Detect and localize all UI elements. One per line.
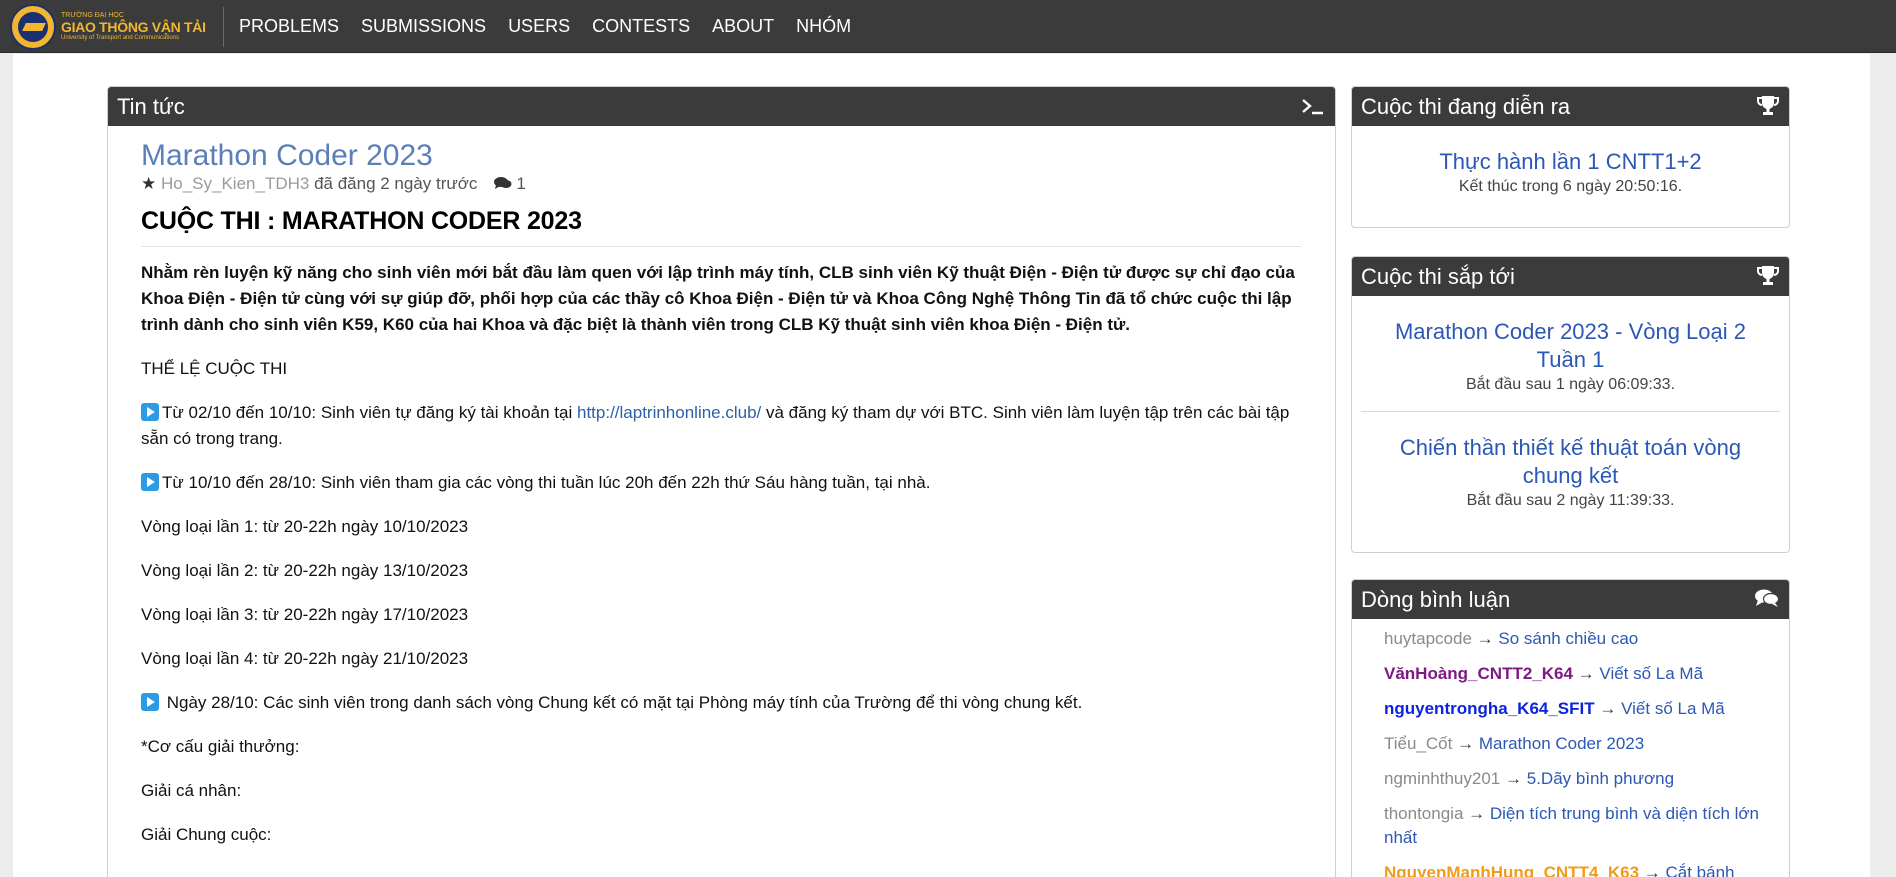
comments-icon[interactable] <box>494 176 516 193</box>
comment-problem-link[interactable]: So sánh chiều cao <box>1498 629 1638 648</box>
comment-item: huytapcode → So sánh chiều cao <box>1384 627 1777 651</box>
post-meta: ★ Ho_Sy_Kien_TDH3 đã đăng 2 ngày trước 1 <box>141 173 1301 196</box>
comment-user-link[interactable]: ngminhthuy201 <box>1384 769 1500 788</box>
nav-link-about[interactable]: ABOUT <box>701 0 785 53</box>
final-round-text: Ngày 28/10: Các sinh viên trong danh sác… <box>162 693 1083 712</box>
ongoing-contests-panel: Cuộc thi đang diễn ra Thực hành lần 1 CN… <box>1351 86 1790 228</box>
rule-item-2: Từ 10/10 đến 28/10: Sinh viên tham gia c… <box>141 470 1301 496</box>
final-round: Ngày 28/10: Các sinh viên trong danh sác… <box>141 690 1301 716</box>
upcoming-contest-time: Bắt đầu sau 1 ngày 06:09:33. <box>1465 376 1676 393</box>
register-link[interactable]: http://laptrinhonline.club/ <box>577 403 761 422</box>
round-2: Vòng loại lần 2: từ 20-22h ngày 13/10/20… <box>141 561 469 580</box>
terminal-icon <box>1301 87 1325 126</box>
comment-item: Tiểu_Cốt → Marathon Coder 2023 <box>1384 732 1777 756</box>
comment-problem-link[interactable]: Marathon Coder 2023 <box>1479 734 1644 753</box>
prize-overall: Giải Chung cuộc: <box>141 825 272 844</box>
trophy-icon <box>1757 257 1779 296</box>
post-time: đã đăng 2 ngày trước <box>314 174 478 193</box>
play-icon <box>141 693 159 711</box>
logo-line2: University of Transport and Communicatio… <box>61 35 180 41</box>
upcoming-contests-header: Cuộc thi sắp tới <box>1352 257 1789 296</box>
star-icon: ★ <box>141 174 157 193</box>
comment-user-link[interactable]: thontongia <box>1384 804 1463 823</box>
top-navbar: TRƯỜNG ĐẠI HỌC GIAO THÔNG VẬN TẢI Univer… <box>0 0 1896 53</box>
logo-text: TRƯỜNG ĐẠI HỌC GIAO THÔNG VẬN TẢI Univer… <box>61 12 206 41</box>
site-logo[interactable]: TRƯỜNG ĐẠI HỌC GIAO THÔNG VẬN TẢI Univer… <box>10 3 222 50</box>
upcoming-contest-time: Bắt đầu sau 2 ngày 11:39:33. <box>1466 492 1675 509</box>
comment-problem-link[interactable]: Viết số La Mã <box>1599 664 1703 683</box>
round-3: Vòng loại lần 3: từ 20-22h ngày 17/10/20… <box>141 605 469 624</box>
post-author-link[interactable]: Ho_Sy_Kien_TDH3 <box>161 174 309 193</box>
news-panel: Tin tức Marathon Coder 2023 ★ Ho_Sy_Kien… <box>107 86 1336 877</box>
comment-user-link[interactable]: VănHoàng_CNTT2_K64 <box>1384 664 1573 683</box>
comment-problem-link[interactable]: Viết số La Mã <box>1621 699 1725 718</box>
arrow-icon: → <box>1468 804 1486 823</box>
comment-count[interactable]: 1 <box>516 174 525 193</box>
news-body: Marathon Coder 2023 ★ Ho_Sy_Kien_TDH3 đã… <box>108 126 1335 848</box>
nav-link-groups[interactable]: NHÓM <box>785 0 862 53</box>
arrow-icon: → <box>1505 769 1522 788</box>
university-seal-icon <box>10 3 56 50</box>
upcoming-contest: Marathon Coder 2023 - Vòng Loại 2 Tuần 1… <box>1352 296 1789 396</box>
comment-stream-panel: Dòng bình luận huytapcode → So sánh chiề… <box>1351 579 1790 877</box>
comment-list: huytapcode → So sánh chiều cao VănHoàng_… <box>1352 619 1789 877</box>
ongoing-contest-link[interactable]: Thực hành lần 1 CNTT1+2 <box>1362 148 1779 176</box>
round-1: Vòng loại lần 1: từ 20-22h ngày 10/10/20… <box>141 517 469 536</box>
arrow-icon: → <box>1599 699 1617 718</box>
post-intro: Nhằm rèn luyện kỹ năng cho sinh viên mới… <box>141 263 1295 334</box>
upcoming-contests-panel: Cuộc thi sắp tới Marathon Coder 2023 - V… <box>1351 256 1790 553</box>
round-4: Vòng loại lần 4: từ 20-22h ngày 21/10/20… <box>141 649 469 668</box>
prize-individual: Giải cá nhân: <box>141 781 242 800</box>
comment-item: nguyentrongha_K64_SFIT → Viết số La Mã <box>1384 697 1777 721</box>
comment-user-link[interactable]: huytapcode <box>1384 629 1472 648</box>
ongoing-contest: Thực hành lần 1 CNTT1+2 Kết thúc trong 6… <box>1352 126 1789 198</box>
nav-divider <box>223 7 224 47</box>
nav-link-users[interactable]: USERS <box>497 0 581 53</box>
comment-stream-header: Dòng bình luận <box>1352 580 1789 619</box>
ongoing-contests-header: Cuộc thi đang diễn ra <box>1352 87 1789 126</box>
trophy-icon <box>1757 87 1779 126</box>
comment-user-link[interactable]: Tiểu_Cốt <box>1384 734 1452 753</box>
news-panel-title: Tin tức <box>117 94 185 119</box>
comment-user-link[interactable]: nguyentrongha_K64_SFIT <box>1384 699 1595 718</box>
nav-link-problems[interactable]: PROBLEMS <box>228 0 350 53</box>
news-panel-header: Tin tức <box>108 87 1335 126</box>
nav-link-contests[interactable]: CONTESTS <box>581 0 701 53</box>
arrow-icon: → <box>1643 863 1661 877</box>
post-heading: CUỘC THI : MARATHON CODER 2023 <box>141 204 1301 247</box>
ongoing-contest-time: Kết thúc trong 6 ngày 20:50:16. <box>1458 178 1683 195</box>
arrow-icon: → <box>1457 734 1475 753</box>
comment-item: NguyenManhHung_CNTT4_K63 → Cắt bánh <box>1384 861 1777 877</box>
comment-item: ngminhthuy201 → 5.Dãy bình phương <box>1384 767 1777 791</box>
logo-main-text: GIAO THÔNG VẬN TẢI <box>61 19 206 35</box>
comment-item: VănHoàng_CNTT2_K64 → Viết số La Mã <box>1384 662 1777 686</box>
comment-item: thontongia → Diện tích trung bình và diệ… <box>1384 802 1777 850</box>
post-title-link[interactable]: Marathon Coder 2023 <box>141 138 1301 174</box>
rule-item-1: Từ 02/10 đến 10/10: Sinh viên tự đăng ký… <box>141 400 1301 452</box>
arrow-icon: → <box>1476 629 1494 648</box>
arrow-icon: → <box>1577 664 1595 683</box>
upcoming-contest: Chiến thần thiết kế thuật toán vòng chun… <box>1352 412 1789 512</box>
upcoming-contest-link[interactable]: Marathon Coder 2023 - Vòng Loại 2 Tuần 1 <box>1382 318 1759 374</box>
prize-title: *Cơ cấu giải thưởng: <box>141 737 300 756</box>
upcoming-contests-title: Cuộc thi sắp tới <box>1361 264 1515 289</box>
rule1-text-before: Từ 02/10 đến 10/10: Sinh viên tự đăng ký… <box>162 403 577 422</box>
play-icon <box>141 473 159 491</box>
comments-icon <box>1755 580 1780 619</box>
comment-stream-title: Dòng bình luận <box>1361 587 1511 612</box>
rules-title: THỂ LỆ CUỘC THI <box>141 359 288 378</box>
upcoming-contest-link[interactable]: Chiến thần thiết kế thuật toán vòng chun… <box>1382 434 1759 490</box>
comment-problem-link[interactable]: 5.Dãy bình phương <box>1527 769 1674 788</box>
nav-menu: PROBLEMS SUBMISSIONS USERS CONTESTS ABOU… <box>228 0 862 53</box>
post-content: Nhằm rèn luyện kỹ năng cho sinh viên mới… <box>141 260 1301 848</box>
ongoing-contests-title: Cuộc thi đang diễn ra <box>1361 94 1571 119</box>
nav-link-submissions[interactable]: SUBMISSIONS <box>350 0 497 53</box>
logo-line1: TRƯỜNG ĐẠI HỌC <box>61 12 124 19</box>
play-icon <box>141 403 159 421</box>
rule2-text: Từ 10/10 đến 28/10: Sinh viên tham gia c… <box>162 473 931 492</box>
comment-user-link[interactable]: NguyenManhHung_CNTT4_K63 <box>1384 863 1639 877</box>
comment-problem-link[interactable]: Cắt bánh <box>1666 863 1735 877</box>
